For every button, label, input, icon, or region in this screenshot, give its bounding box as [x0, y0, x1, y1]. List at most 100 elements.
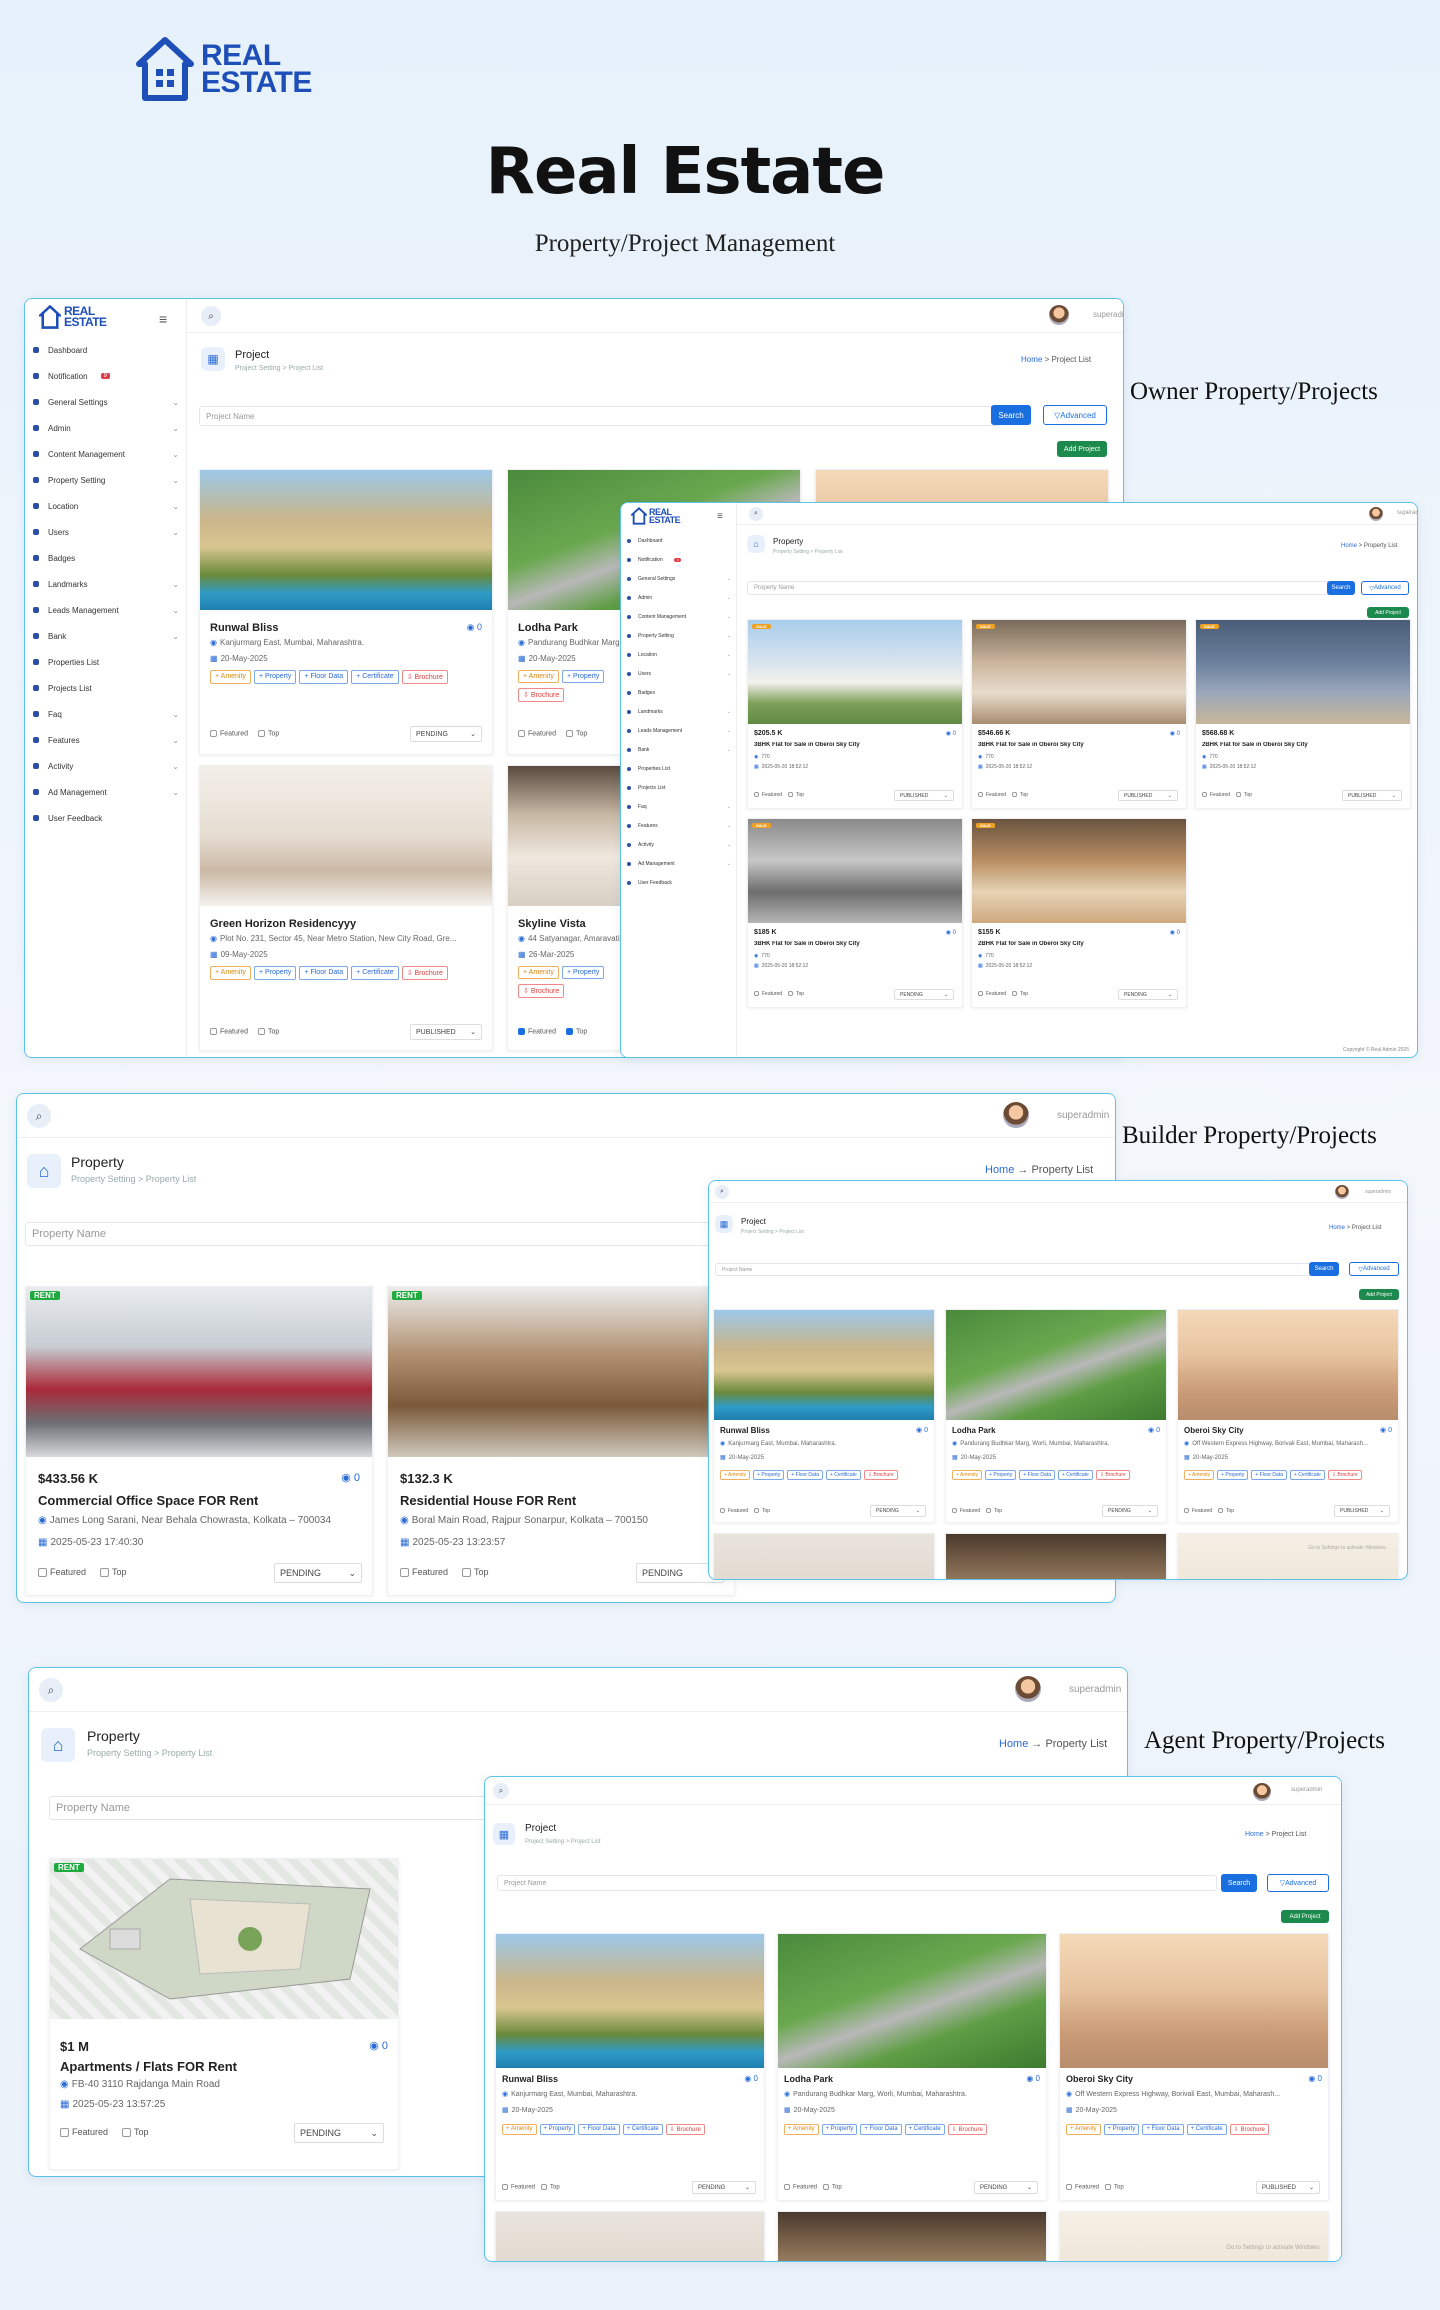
featured-checkbox[interactable]: Featured: [38, 1567, 86, 1578]
sidebar-item[interactable]: Dashboard: [627, 531, 731, 550]
sidebar-item[interactable]: User Feedback: [627, 873, 731, 892]
property-chip[interactable]: + Property: [985, 1470, 1017, 1480]
amenity-chip[interactable]: + Amenity: [1184, 1470, 1215, 1480]
certificate-chip[interactable]: + Certificate: [1186, 2124, 1227, 2135]
advanced-button[interactable]: ▽ Advanced: [1349, 1262, 1399, 1276]
sidebar-item[interactable]: Features ⌄: [33, 727, 179, 753]
amenity-chip[interactable]: + Amenity: [210, 966, 251, 980]
add-project-button[interactable]: Add Project: [1281, 1910, 1329, 1923]
brochure-chip[interactable]: ⇩ Brochure: [401, 670, 448, 684]
status-select[interactable]: PENDING ⌄: [1118, 989, 1178, 1000]
avatar[interactable]: [1049, 305, 1069, 325]
brochure-chip[interactable]: ⇩ Brochure: [1327, 1470, 1362, 1480]
sidebar-item[interactable]: Projects List: [33, 675, 179, 701]
sidebar-item[interactable]: Content Management ⌄: [627, 607, 731, 626]
amenity-chip[interactable]: + Amenity: [210, 670, 251, 684]
top-checkbox[interactable]: Top: [1012, 792, 1028, 798]
advanced-button[interactable]: ▽ Advanced: [1267, 1874, 1329, 1892]
search-icon[interactable]: ⌕: [715, 1185, 729, 1199]
project-card[interactable]: Green Horizon Residencyyy ◉ Plot No. 231,…: [199, 765, 493, 1051]
project-card[interactable]: [1059, 2211, 1329, 2261]
project-card[interactable]: Oberoi Sky City ◉ 0 ◉ Off Western Express H…: [1177, 1309, 1399, 1523]
top-checkbox[interactable]: Top: [1218, 1508, 1234, 1514]
project-card[interactable]: [777, 2211, 1047, 2261]
project-card[interactable]: Runwal Bliss ◉ 0 ◉ Kanjurmarg East, Mumbai,…: [713, 1309, 935, 1523]
sidebar-item[interactable]: Leads Management ⌄: [33, 597, 179, 623]
avatar[interactable]: [1003, 1102, 1029, 1128]
home-link[interactable]: Home: [1341, 543, 1357, 549]
top-checkbox[interactable]: Top: [566, 1028, 587, 1035]
property-chip[interactable]: + Property: [1217, 1470, 1249, 1480]
project-card[interactable]: Runwal Bliss ◉ 0 ◉ Kanjurmarg East, Mumbai,…: [495, 1933, 765, 2201]
floor-chip[interactable]: + Floor Data: [1142, 2124, 1184, 2135]
property-chip[interactable]: + Property: [253, 670, 297, 684]
sidebar-item[interactable]: General Settings ⌄: [627, 569, 731, 588]
featured-checkbox[interactable]: Featured: [1184, 1508, 1212, 1514]
search-input[interactable]: Project Name: [715, 1263, 1317, 1276]
certificate-chip[interactable]: + Certificate: [622, 2124, 663, 2135]
top-checkbox[interactable]: Top: [1105, 2184, 1124, 2191]
status-select[interactable]: PUBLISHED ⌄: [1342, 790, 1402, 801]
home-link[interactable]: Home: [1329, 1225, 1345, 1231]
top-checkbox[interactable]: Top: [823, 2184, 842, 2191]
certificate-chip[interactable]: + Certificate: [351, 670, 399, 684]
floor-chip[interactable]: + Floor Data: [787, 1470, 823, 1480]
brochure-chip[interactable]: ⇩ Brochure: [947, 2124, 987, 2135]
top-checkbox[interactable]: Top: [541, 2184, 560, 2191]
add-project-button[interactable]: Add Project: [1359, 1289, 1399, 1300]
floor-data-chip[interactable]: + Floor Data: [299, 670, 349, 684]
sidebar-item[interactable]: Leads Management ⌄: [627, 721, 731, 740]
featured-checkbox[interactable]: Featured: [400, 1567, 448, 1578]
sidebar-item[interactable]: Property Setting ⌄: [33, 467, 179, 493]
featured-checkbox[interactable]: Featured: [952, 1508, 980, 1514]
property-chip[interactable]: + Property: [561, 966, 605, 979]
status-select[interactable]: PENDING ⌄: [692, 2181, 756, 2194]
sidebar-item[interactable]: Property Setting ⌄: [627, 626, 731, 645]
sidebar-item[interactable]: Users ⌄: [33, 519, 179, 545]
home-link[interactable]: Home: [985, 1164, 1014, 1176]
brochure-chip[interactable]: ⇩ Brochure: [518, 984, 565, 998]
hamburger-icon[interactable]: ≡: [159, 311, 167, 327]
amenity-chip[interactable]: + Amenity: [952, 1470, 983, 1480]
status-select[interactable]: PUBLISHED ⌄: [1334, 1505, 1390, 1517]
property-card[interactable]: RENT $132.3 K Residential House FOR Rent ◉ B…: [387, 1286, 735, 1596]
top-checkbox[interactable]: Top: [258, 1028, 279, 1035]
sidebar-item[interactable]: Badges: [33, 545, 179, 571]
certificate-chip[interactable]: + Certificate: [825, 1470, 861, 1480]
amenity-chip[interactable]: + Amenity: [784, 2124, 819, 2135]
property-card[interactable]: SALE $185 K ◉ 0 3BHK Flat for Sale in Obero…: [747, 818, 963, 1008]
sidebar-item[interactable]: Activity ⌄: [627, 835, 731, 854]
amenity-chip[interactable]: + Amenity: [720, 1470, 751, 1480]
property-card[interactable]: SALE $546.66 K ◉ 0 3BHK Flat for Sale in Ob…: [971, 619, 1187, 809]
amenity-chip[interactable]: + Amenity: [502, 2124, 537, 2135]
featured-checkbox[interactable]: Featured: [210, 1028, 248, 1035]
sidebar-item[interactable]: Ad Management ⌄: [33, 779, 179, 805]
project-card[interactable]: [1177, 1533, 1399, 1579]
search-button[interactable]: Search: [991, 405, 1031, 425]
property-card[interactable]: SALE $155 K ◉ 0 2BHK Flat for Sale in Obero…: [971, 818, 1187, 1008]
status-select[interactable]: PUBLISHED ⌄: [894, 790, 954, 801]
sidebar-item[interactable]: Users ⌄: [627, 664, 731, 683]
certificate-chip[interactable]: + Certificate: [1289, 1470, 1325, 1480]
sidebar-item[interactable]: Ad Management ⌄: [627, 854, 731, 873]
advanced-button[interactable]: ▽ Advanced: [1361, 581, 1409, 595]
project-card[interactable]: [945, 1533, 1167, 1579]
status-select[interactable]: PENDING ⌄: [294, 2123, 384, 2143]
amenity-chip[interactable]: + Amenity: [1066, 2124, 1101, 2135]
top-checkbox[interactable]: Top: [788, 792, 804, 798]
sidebar-item[interactable]: Bank ⌄: [627, 740, 731, 759]
brochure-chip[interactable]: ⇩ Brochure: [863, 1470, 898, 1480]
featured-checkbox[interactable]: Featured: [518, 730, 556, 737]
sidebar-item[interactable]: Bank ⌄: [33, 623, 179, 649]
search-input[interactable]: Property Name: [25, 1222, 745, 1246]
avatar[interactable]: [1369, 507, 1383, 521]
sidebar-item[interactable]: Dashboard: [33, 337, 179, 363]
certificate-chip[interactable]: + Certificate: [351, 966, 399, 980]
featured-checkbox[interactable]: Featured: [978, 991, 1006, 997]
sidebar-item[interactable]: Properties List: [627, 759, 731, 778]
featured-checkbox[interactable]: Featured: [60, 2127, 108, 2138]
home-link[interactable]: Home: [1021, 355, 1042, 364]
search-icon[interactable]: ⌕: [493, 1783, 509, 1799]
top-checkbox[interactable]: Top: [566, 730, 587, 737]
project-card[interactable]: Runwal Bliss ◉ 0 ◉ Kanjurmarg East, Mumba…: [199, 469, 493, 755]
